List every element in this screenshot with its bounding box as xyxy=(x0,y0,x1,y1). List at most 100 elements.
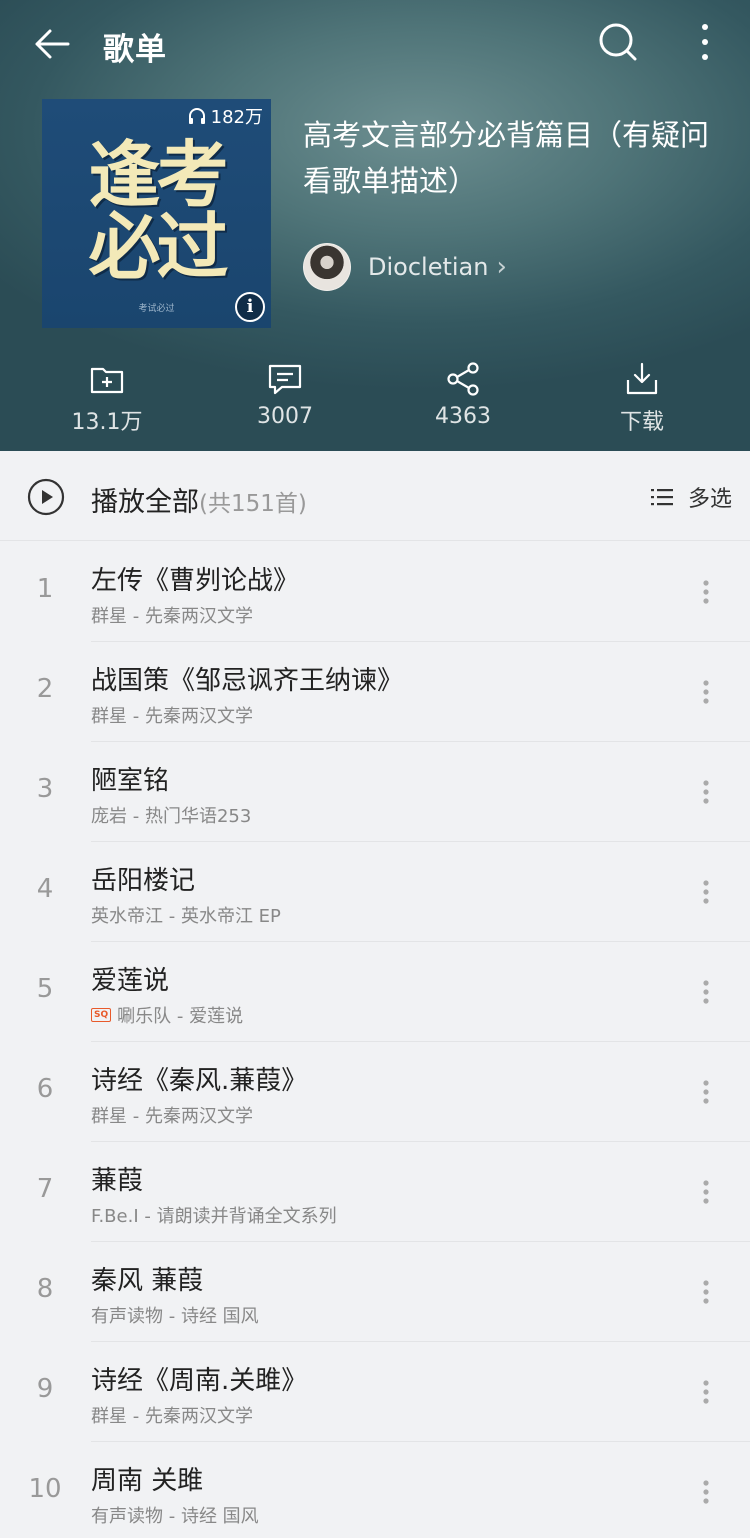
share-button[interactable]: 4363 xyxy=(393,360,533,429)
page-title: 歌单 xyxy=(103,32,167,68)
download-label: 下载 xyxy=(619,410,664,435)
song-more-button[interactable] xyxy=(692,1278,720,1306)
song-list-panel: 播放全部(共151首) 多选 1 左传《曹刿论战》 群星 - 先秦两汉文学 2 … xyxy=(0,451,750,1538)
play-all-label[interactable]: 播放全部(共151首) xyxy=(91,480,307,519)
list-icon xyxy=(650,489,673,506)
share-count: 4363 xyxy=(435,404,491,429)
song-index: 9 xyxy=(36,1374,54,1404)
search-icon xyxy=(599,23,637,61)
playlist-title: 高考文言部分必背篇目（有疑问看歌单描述） xyxy=(303,118,710,198)
more-vertical-icon xyxy=(703,580,709,604)
share-icon xyxy=(447,362,479,396)
download-button[interactable]: 下载 xyxy=(572,360,712,436)
song-index: 3 xyxy=(36,774,54,804)
song-subtitle: 群星 - 先秦两汉文学 xyxy=(91,702,253,728)
comment-icon xyxy=(268,364,302,395)
song-row[interactable]: 7 蒹葭 F.Be.I - 请朗读并背诵全文系列 xyxy=(0,1142,750,1242)
song-info: 诗经《秦风.蒹葭》 群星 - 先秦两汉文学 xyxy=(91,1042,750,1142)
more-vertical-icon xyxy=(703,1080,709,1104)
song-more-button[interactable] xyxy=(692,678,720,706)
play-all-text: 播放全部 xyxy=(91,487,199,518)
song-more-button[interactable] xyxy=(692,778,720,806)
song-title: 岳阳楼记 xyxy=(91,866,196,896)
creator-link[interactable]: Diocletian › xyxy=(303,243,507,291)
song-artist-album: F.Be.I - 请朗读并背诵全文系列 xyxy=(91,1206,337,1227)
headphones-icon xyxy=(188,108,205,124)
more-options-button[interactable] xyxy=(690,20,720,64)
collect-button[interactable]: 13.1万 xyxy=(37,360,177,436)
more-vertical-icon xyxy=(703,980,709,1004)
song-more-button[interactable] xyxy=(692,578,720,606)
more-vertical-icon xyxy=(703,1480,709,1504)
song-artist-album: 有声读物 - 诗经 国风 xyxy=(91,1506,259,1527)
song-index: 6 xyxy=(36,1074,54,1104)
song-info: 周南 关雎 有声读物 - 诗经 国风 xyxy=(91,1442,750,1538)
song-row[interactable]: 10 周南 关雎 有声读物 - 诗经 国风 xyxy=(0,1442,750,1538)
song-row[interactable]: 9 诗经《周南.关雎》 群星 - 先秦两汉文学 xyxy=(0,1342,750,1442)
song-more-button[interactable] xyxy=(692,1378,720,1406)
play-count: 182万 xyxy=(187,103,263,129)
chevron-right-icon: › xyxy=(496,252,507,282)
back-button[interactable] xyxy=(30,22,74,66)
song-list: 1 左传《曹刿论战》 群星 - 先秦两汉文学 2 战国策《邹忌讽齐王纳谏》 群星… xyxy=(0,542,750,1538)
song-title: 秦风 蒹葭 xyxy=(91,1266,204,1296)
song-subtitle: 庞岩 - 热门华语253 xyxy=(91,802,251,828)
arrow-left-icon xyxy=(35,29,70,59)
song-index: 10 xyxy=(28,1474,62,1504)
download-icon xyxy=(626,362,658,395)
sq-badge: SQ xyxy=(91,1008,112,1022)
song-index: 2 xyxy=(36,674,54,704)
playlist-cover[interactable]: 182万 逢考 必过 考试必过 i xyxy=(42,99,271,328)
song-row[interactable]: 8 秦风 蒹葭 有声读物 - 诗经 国风 xyxy=(0,1242,750,1342)
info-icon[interactable]: i xyxy=(235,292,265,322)
more-vertical-icon xyxy=(703,780,709,804)
song-more-button[interactable] xyxy=(692,1078,720,1106)
song-index: 1 xyxy=(36,574,54,604)
play-all-bar: 播放全部(共151首) 多选 xyxy=(0,451,750,541)
song-subtitle: F.Be.I - 请朗读并背诵全文系列 xyxy=(91,1202,337,1228)
creator-name: Diocletian xyxy=(368,253,489,281)
song-index: 8 xyxy=(36,1274,54,1304)
more-vertical-icon xyxy=(703,1280,709,1304)
song-title: 诗经《秦风.蒹葭》 xyxy=(91,1066,308,1096)
song-row[interactable]: 1 左传《曹刿论战》 群星 - 先秦两汉文学 xyxy=(0,542,750,642)
play-all-button[interactable] xyxy=(27,478,65,516)
song-title: 蒹葭 xyxy=(91,1166,144,1196)
song-info: 蒹葭 F.Be.I - 请朗读并背诵全文系列 xyxy=(91,1142,750,1242)
song-row[interactable]: 2 战国策《邹忌讽齐王纳谏》 群星 - 先秦两汉文学 xyxy=(0,642,750,742)
song-row[interactable]: 4 岳阳楼记 英水帝江 - 英水帝江 EP xyxy=(0,842,750,942)
song-row[interactable]: 3 陋室铭 庞岩 - 热门华语253 xyxy=(0,742,750,842)
song-title: 战国策《邹忌讽齐王纳谏》 xyxy=(91,666,404,696)
avatar xyxy=(303,243,351,291)
song-row[interactable]: 5 爱莲说 SQ 唰乐队 - 爱莲说 xyxy=(0,942,750,1042)
song-more-button[interactable] xyxy=(692,1178,720,1206)
top-bar: 歌单 xyxy=(0,0,750,88)
song-index: 5 xyxy=(36,974,54,1004)
comment-button[interactable]: 3007 xyxy=(215,360,355,429)
song-title: 诗经《周南.关雎》 xyxy=(91,1366,308,1396)
song-title: 陋室铭 xyxy=(91,766,170,796)
playlist-header: 歌单 182万 逢考 必过 考试必过 i 高考文言部分必背篇目（有疑问看歌单描述… xyxy=(0,0,750,451)
song-artist-album: 英水帝江 - 英水帝江 EP xyxy=(91,906,281,927)
song-artist-album: 庞岩 - 热门华语253 xyxy=(91,806,252,827)
multi-select-label: 多选 xyxy=(687,487,732,512)
song-more-button[interactable] xyxy=(692,878,720,906)
song-title: 左传《曹刿论战》 xyxy=(91,566,300,596)
action-bar: 13.1万 3007 4363 下载 xyxy=(0,360,750,440)
song-more-button[interactable] xyxy=(692,978,720,1006)
song-title: 周南 关雎 xyxy=(91,1466,204,1496)
song-artist-album: 唰乐队 - 爱莲说 xyxy=(117,1006,244,1027)
search-button[interactable] xyxy=(596,20,640,64)
comment-count: 3007 xyxy=(257,404,313,429)
song-subtitle: SQ 唰乐队 - 爱莲说 xyxy=(91,1002,243,1028)
song-info: 爱莲说 SQ 唰乐队 - 爱莲说 xyxy=(91,942,750,1042)
song-subtitle: 群星 - 先秦两汉文学 xyxy=(91,1102,253,1128)
song-title: 爱莲说 xyxy=(91,966,170,996)
song-index: 7 xyxy=(36,1174,54,1204)
song-row[interactable]: 6 诗经《秦风.蒹葭》 群星 - 先秦两汉文学 xyxy=(0,1042,750,1142)
song-more-button[interactable] xyxy=(692,1478,720,1506)
cover-text-line1: 逢考 xyxy=(88,133,228,217)
multi-select-button[interactable]: 多选 xyxy=(650,481,732,513)
song-subtitle: 英水帝江 - 英水帝江 EP xyxy=(91,902,281,928)
song-artist-album: 群星 - 先秦两汉文学 xyxy=(91,706,253,727)
